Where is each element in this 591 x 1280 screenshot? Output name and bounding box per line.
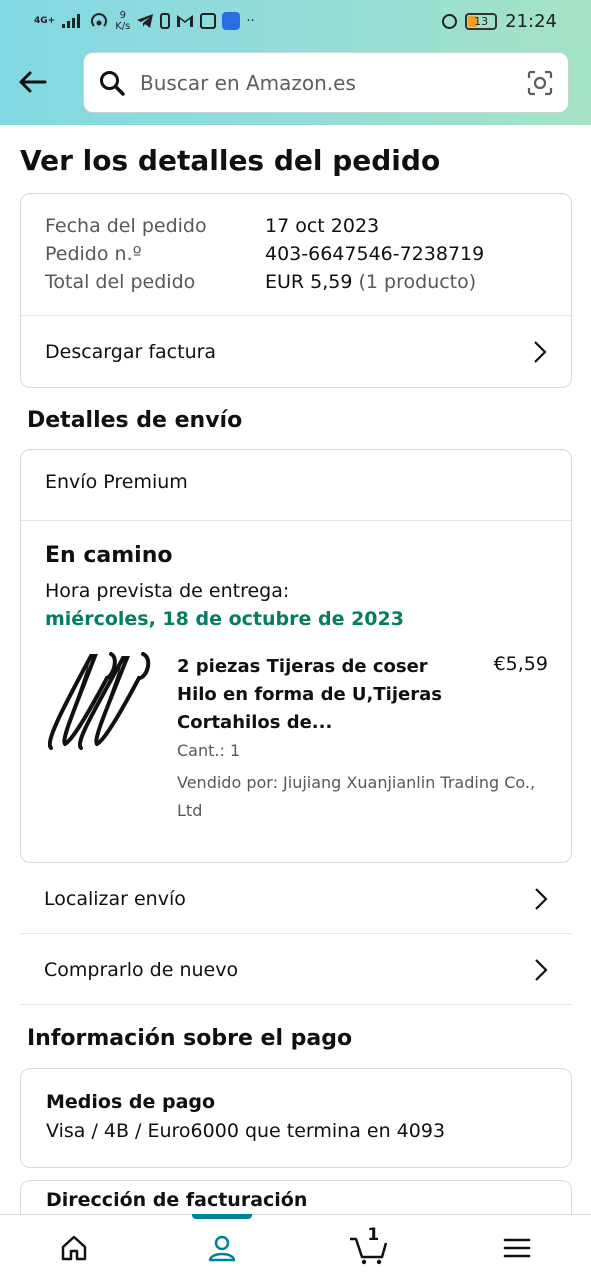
buy-again-label: Comprarlo de nuevo <box>44 958 239 981</box>
user-icon <box>208 1235 235 1261</box>
chevron-right-icon <box>535 887 548 910</box>
payment-method-label: Medios de pago <box>46 1091 216 1113</box>
order-number-value: 403-6647546-7238719 <box>265 243 485 265</box>
nav-account[interactable] <box>148 1214 296 1280</box>
product-seller: Vendido por: Jiujiang Xuanjianlin Tradin… <box>177 773 536 820</box>
menu-icon <box>503 1238 531 1257</box>
page-title: Ver los detalles del pedido <box>20 144 441 177</box>
hotspot-icon <box>91 13 108 27</box>
telegram-icon <box>137 14 154 28</box>
product-price: €5,59 <box>493 653 548 675</box>
search-bar[interactable]: Buscar en Amazon.es <box>83 52 569 113</box>
more-notifications-icon: ·· <box>246 13 255 29</box>
search-input[interactable]: Buscar en Amazon.es <box>140 71 526 95</box>
delivery-eta-label: Hora prevista de entrega: <box>45 580 290 602</box>
battery-alert-icon <box>160 13 171 29</box>
chevron-right-icon <box>535 958 548 981</box>
divider <box>21 520 571 521</box>
billing-address-label: Dirección de facturación <box>46 1189 308 1211</box>
home-icon <box>61 1235 87 1260</box>
alarm-icon <box>442 13 458 29</box>
battery-icon: 13 <box>465 12 498 30</box>
network-label: 4G+ <box>34 15 56 26</box>
order-total-row: Total del pedido EUR 5,59 (1 producto) <box>45 271 476 293</box>
shipment-status: En camino <box>45 543 173 568</box>
order-number-row: Pedido n.º 403-6647546-7238719 <box>45 243 484 265</box>
product-image[interactable] <box>43 648 155 760</box>
back-button[interactable] <box>14 64 50 100</box>
bottom-nav: 1 <box>0 1214 591 1280</box>
signal-icon <box>62 14 81 28</box>
track-package-link[interactable]: Localizar envío <box>20 864 572 934</box>
nav-menu[interactable] <box>443 1215 591 1280</box>
chevron-right-icon <box>534 341 547 363</box>
download-invoice-label: Descargar factura <box>45 341 217 363</box>
order-number-label: Pedido n.º <box>45 243 142 265</box>
product-title-link[interactable]: 2 piezas Tijeras de coser Hilo en forma … <box>177 653 457 737</box>
header: 4G+ 9 K/s ·· 13 21:24 Buscar en Amazon.e… <box>0 0 591 125</box>
payment-section-title: Información sobre el pago <box>27 1026 353 1051</box>
order-total-label: Total del pedido <box>45 271 196 293</box>
order-item-count: (1 producto) <box>358 271 477 293</box>
arrow-left-icon <box>19 71 47 93</box>
camera-search-icon[interactable] <box>526 69 554 97</box>
cart-count: 1 <box>367 1225 380 1245</box>
shipping-card: Envío Premium En camino Hora prevista de… <box>20 449 572 863</box>
nav-cart[interactable]: 1 <box>296 1215 444 1280</box>
gmail-icon <box>177 15 194 27</box>
app-notification-icon <box>222 12 241 30</box>
search-icon <box>100 70 125 96</box>
payment-method-value: Visa / 4B / Euro6000 que termina en 4093 <box>46 1120 446 1142</box>
order-date-row: Fecha del pedido 17 oct 2023 <box>45 215 379 237</box>
order-date-value: 17 oct 2023 <box>265 215 380 237</box>
shipping-section-title: Detalles de envío <box>27 408 243 433</box>
delivery-eta-date: miércoles, 18 de octubre de 2023 <box>45 608 404 630</box>
order-total-value: EUR 5,59 (1 producto) <box>265 271 477 293</box>
clock: 21:24 <box>505 10 557 32</box>
order-date-label: Fecha del pedido <box>45 215 207 237</box>
network-speed: 9 K/s <box>115 10 131 32</box>
status-bar: 4G+ 9 K/s ·· 13 21:24 <box>0 0 591 42</box>
payment-method-card: Medios de pago Visa / 4B / Euro6000 que … <box>20 1068 572 1168</box>
product-quantity: Cant.: 1 <box>177 741 241 760</box>
order-summary-card: Fecha del pedido 17 oct 2023 Pedido n.º … <box>20 193 572 388</box>
download-invoice-link[interactable]: Descargar factura <box>21 316 571 388</box>
shipping-type: Envío Premium <box>45 471 188 493</box>
instagram-icon <box>200 13 217 29</box>
buy-again-link[interactable]: Comprarlo de nuevo <box>20 935 572 1005</box>
track-package-label: Localizar envío <box>44 887 186 910</box>
nav-home[interactable] <box>0 1215 148 1280</box>
